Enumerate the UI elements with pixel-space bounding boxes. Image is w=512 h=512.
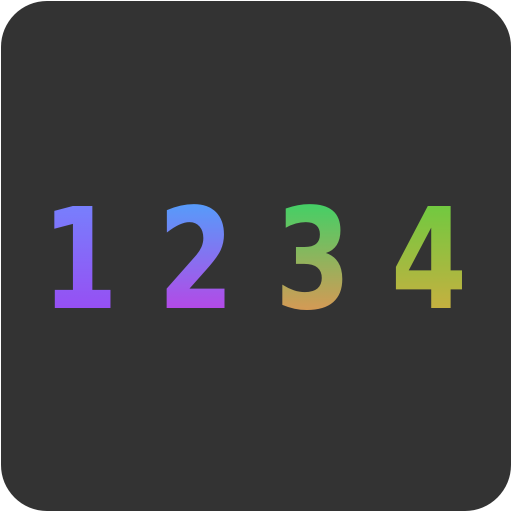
digit-two: 2 <box>158 178 234 342</box>
digits-group: 1 2 3 4 <box>42 178 467 342</box>
digit-three: 3 <box>275 178 351 342</box>
digit-four: 4 <box>391 178 467 342</box>
app-icon-tile: 1 2 3 4 <box>1 1 511 511</box>
digit-one: 1 <box>42 178 118 342</box>
